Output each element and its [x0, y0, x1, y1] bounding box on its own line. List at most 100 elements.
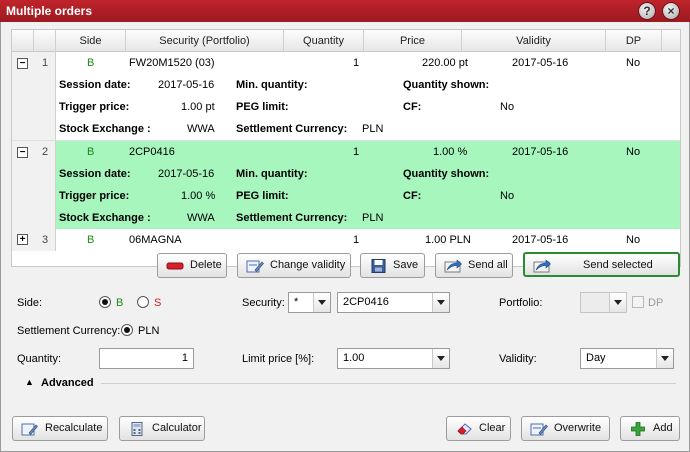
calculator-icon — [131, 422, 143, 436]
table-row-selected[interactable]: − 2 B 2CP0416 1 1.00 % 2017-05-16 No Ses… — [12, 141, 680, 229]
row-number: 1 — [41, 57, 49, 69]
side-label: Side: — [17, 297, 43, 309]
side-buy-radio[interactable] — [99, 296, 111, 308]
trigger-price-value: 1.00 pt — [181, 101, 215, 113]
min-quantity-label: Min. quantity: — [236, 79, 308, 91]
row-number: 2 — [41, 146, 49, 158]
portfolio-select[interactable] — [580, 292, 627, 313]
trigger-price-label: Trigger price: — [59, 190, 130, 202]
row-dp: No — [626, 57, 641, 69]
security-prefix-select[interactable]: * — [288, 292, 331, 313]
row-validity: 2017-05-16 — [512, 57, 569, 69]
orders-grid: Side Security (Portfolio) Quantity Price… — [11, 29, 681, 267]
header-side[interactable]: Side — [56, 30, 126, 52]
overwrite-button[interactable]: Overwrite — [521, 416, 610, 441]
calculator-button[interactable]: Calculator — [119, 416, 205, 441]
row-security: 2CP0416 — [129, 146, 175, 158]
edit-calendar-icon — [530, 423, 548, 436]
table-row[interactable]: + 3 B 06MAGNA 1 1.00 PLN 2017-05-16 No — [12, 229, 680, 251]
security-select[interactable]: 2CP0416 — [337, 292, 450, 313]
row-price: 1.00 % — [433, 146, 468, 158]
row-dp: No — [626, 234, 641, 246]
dp-label: DP — [648, 297, 664, 309]
validity-label: Validity: — [499, 353, 537, 365]
session-date-label: Session date: — [59, 79, 131, 91]
min-quantity-label: Min. quantity: — [236, 168, 308, 180]
edit-icon — [21, 423, 38, 436]
session-date-value: 2017-05-16 — [158, 168, 215, 180]
side-sell-label: S — [154, 297, 162, 309]
limit-price-label: Limit price [%]: — [242, 353, 315, 365]
floppy-disk-icon — [371, 259, 386, 273]
row-number: 3 — [41, 234, 49, 246]
portfolio-label: Portfolio: — [499, 297, 543, 309]
collapse-toggle[interactable]: − — [17, 147, 28, 158]
stock-exchange-value: WWA — [187, 212, 215, 224]
send-selected-button[interactable]: Send selected — [523, 252, 680, 277]
delete-button[interactable]: Delete — [157, 253, 227, 278]
cf-value: No — [500, 190, 515, 202]
settlement-pln-radio[interactable] — [121, 324, 133, 336]
header-quantity[interactable]: Quantity — [284, 30, 364, 52]
advanced-toggle[interactable]: Advanced — [41, 377, 94, 389]
security-label: Security: — [242, 297, 285, 309]
trigger-price-value: 1.00 % — [181, 190, 216, 202]
stock-exchange-value: WWA — [187, 123, 215, 135]
session-date-label: Session date: — [59, 168, 131, 180]
stock-exchange-label: Stock Exchange : — [59, 123, 151, 135]
row-price: 1.00 PLN — [425, 234, 471, 246]
change-validity-button[interactable]: Change validity — [237, 253, 351, 278]
recalculate-button[interactable]: Recalculate — [12, 416, 108, 441]
eraser-icon — [457, 423, 472, 435]
header-price[interactable]: Price — [364, 30, 462, 52]
row-dp: No — [626, 146, 641, 158]
row-side: B — [87, 234, 95, 246]
cf-label: CF: — [403, 101, 422, 113]
settlement-currency-label: Settlement Currency: — [17, 325, 121, 337]
row-quantity: 1 — [353, 146, 360, 158]
delete-icon — [166, 262, 184, 270]
row-quantity: 1 — [353, 57, 360, 69]
header-dp[interactable]: DP — [606, 30, 662, 52]
window-titlebar: Multiple orders ? × — [0, 0, 690, 22]
peg-limit-label: PEG limit: — [236, 190, 289, 202]
chevron-down-icon — [313, 293, 330, 312]
send-all-button[interactable]: Send all — [435, 253, 513, 278]
save-button[interactable]: Save — [360, 253, 425, 278]
chevron-down-icon — [432, 349, 449, 368]
limit-price-select[interactable]: 1.00 — [337, 348, 450, 369]
side-buy-label: B — [116, 297, 124, 309]
expand-toggle[interactable]: + — [17, 234, 28, 245]
dp-checkbox[interactable] — [632, 296, 644, 308]
table-row[interactable]: − 1 B FW20M1520 (03) 1 220.00 pt 2017-05… — [12, 52, 680, 141]
stock-exchange-label: Stock Exchange : — [59, 212, 151, 224]
quantity-shown-label: Quantity shown: — [403, 168, 490, 180]
clear-button[interactable]: Clear — [446, 416, 511, 441]
side-sell-radio[interactable] — [137, 296, 149, 308]
validity-select[interactable]: Day — [580, 348, 674, 369]
row-side: B — [87, 57, 95, 69]
settlement-currency-label: Settlement Currency: — [236, 212, 348, 224]
quantity-label: Quantity: — [17, 353, 62, 365]
row-validity: 2017-05-16 — [512, 234, 569, 246]
advanced-divider — [101, 383, 676, 384]
triangle-up-icon[interactable]: ▲ — [25, 377, 34, 387]
cf-label: CF: — [403, 190, 422, 202]
header-security[interactable]: Security (Portfolio) — [126, 30, 284, 52]
quantity-input[interactable]: 1 — [99, 348, 194, 369]
row-security: FW20M1520 (03) — [129, 57, 215, 69]
chevron-down-icon — [432, 293, 449, 312]
settlement-currency-label: Settlement Currency: — [236, 123, 348, 135]
settlement-pln-label: PLN — [138, 325, 160, 337]
help-button[interactable]: ? — [638, 2, 656, 20]
edit-calendar-icon — [246, 260, 264, 273]
header-validity[interactable]: Validity — [462, 30, 606, 52]
collapse-toggle[interactable]: − — [17, 58, 28, 69]
settlement-currency-value: PLN — [362, 212, 384, 224]
close-button[interactable]: × — [662, 2, 680, 20]
session-date-value: 2017-05-16 — [158, 79, 215, 91]
chevron-down-icon — [656, 349, 673, 368]
add-button[interactable]: Add — [620, 416, 680, 441]
grid-header: Side Security (Portfolio) Quantity Price… — [12, 30, 680, 52]
send-arrow-icon — [533, 259, 551, 273]
